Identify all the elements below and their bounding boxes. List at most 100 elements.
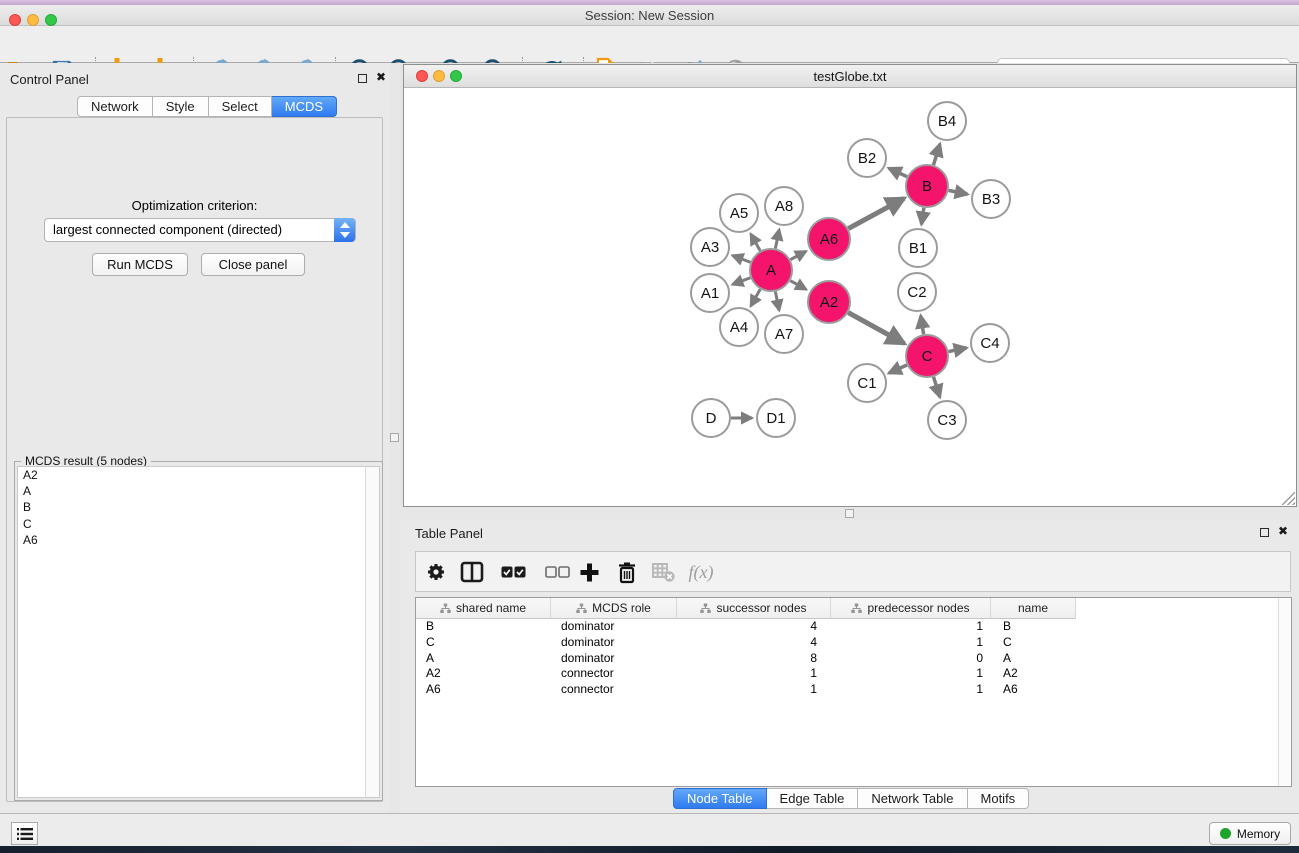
result-list-scrollbar[interactable] [365, 467, 379, 797]
table-cell: 1 [831, 635, 991, 651]
edge-A-A2[interactable] [790, 281, 806, 290]
tab-mcds[interactable]: MCDS [272, 96, 337, 117]
edge-B-B2[interactable] [889, 168, 907, 177]
mcds-result-item[interactable]: A [18, 483, 379, 499]
column-header-name[interactable]: name [991, 598, 1076, 619]
table-cell: A6 [416, 682, 551, 698]
function-icon: f(x) [685, 557, 717, 587]
column-header-predecessor-nodes[interactable]: predecessor nodes [831, 598, 991, 619]
column-header-successor-nodes[interactable]: successor nodes [677, 598, 831, 619]
close-panel-button[interactable]: Close panel [201, 253, 305, 276]
table-cell: B [991, 619, 1076, 635]
edge-A-A5[interactable] [751, 234, 760, 251]
network-window-titlebar[interactable]: testGlobe.txt [404, 65, 1296, 88]
edge-A-A1[interactable] [732, 278, 750, 285]
network-canvas[interactable]: AA1A2A3A4A5A6A7A8BB1B2B3B4CC1C2C3C4DD1 [404, 89, 1296, 507]
app-titlebar: Session: New Session [0, 5, 1299, 26]
run-mcds-button[interactable]: Run MCDS [92, 253, 188, 276]
table-panel-tabs: Node TableEdge TableNetwork TableMotifs [673, 788, 1029, 810]
column-sort-icon [700, 603, 711, 614]
tab-network[interactable]: Network [77, 96, 153, 117]
mcds-result-list: A2ABCA6 [17, 466, 380, 798]
columns-icon[interactable] [456, 557, 488, 587]
table-cell: 0 [831, 651, 991, 667]
control-panel-float-icon[interactable] [358, 74, 367, 83]
edge-C-C3[interactable] [934, 377, 940, 397]
desktop-background [0, 846, 1299, 853]
tab-edge-table[interactable]: Edge Table [767, 788, 859, 809]
edge-C-C4[interactable] [949, 348, 967, 352]
table-cell: 1 [831, 666, 991, 682]
node-label-D: D [706, 410, 717, 427]
table-body: Bdominator41BCdominator41CAdominator80AA… [416, 619, 1278, 698]
table-panel: Table Panel ✖ f(x) shared nameMCDS roles… [400, 520, 1299, 813]
horizontal-divider-handle[interactable] [845, 509, 854, 518]
node-label-C4: C4 [980, 335, 999, 352]
node-label-C2: C2 [907, 284, 926, 301]
table-cell: connector [551, 666, 677, 682]
edge-C-C2[interactable] [921, 316, 924, 335]
tab-network-table[interactable]: Network Table [858, 788, 967, 809]
tab-select[interactable]: Select [209, 96, 272, 117]
table-panel-float-icon[interactable] [1260, 528, 1269, 537]
table-cell: 8 [677, 651, 831, 667]
tab-style[interactable]: Style [153, 96, 209, 117]
mcds-result-item[interactable]: C [18, 516, 379, 532]
control-panel-close-icon[interactable]: ✖ [376, 70, 386, 84]
node-label-A6: A6 [820, 231, 838, 248]
edge-A-A4[interactable] [751, 289, 760, 306]
table-panel-close-icon[interactable]: ✖ [1278, 524, 1288, 538]
mcds-result-item[interactable]: A6 [18, 532, 379, 548]
edge-A6-B[interactable] [848, 198, 904, 228]
table-row[interactable]: Bdominator41B [416, 619, 1278, 635]
app-title: Session: New Session [0, 8, 1299, 23]
column-header-shared-name[interactable]: shared name [416, 598, 551, 619]
table-row[interactable]: A6connector11A6 [416, 682, 1278, 698]
delete-column-icon[interactable] [611, 557, 643, 587]
node-label-A5: A5 [730, 205, 748, 222]
table-scrollbar[interactable] [1278, 598, 1291, 786]
table-cell: 1 [831, 682, 991, 698]
vertical-divider-handle[interactable] [390, 433, 399, 442]
node-label-B3: B3 [982, 191, 1000, 208]
tab-node-table[interactable]: Node Table [673, 788, 767, 809]
select-all-icon[interactable] [497, 557, 529, 587]
table-cell: A2 [991, 666, 1076, 682]
table-cell: 1 [677, 682, 831, 698]
edge-A2-C[interactable] [848, 313, 904, 344]
table-cell: C [991, 635, 1076, 651]
select-stepper-icon [334, 218, 355, 242]
edge-A-A7[interactable] [775, 292, 779, 311]
memory-button[interactable]: Memory [1209, 822, 1291, 845]
column-header-MCDS-role[interactable]: MCDS role [551, 598, 677, 619]
window-resize-grip[interactable] [1282, 492, 1295, 505]
edge-A-A3[interactable] [732, 255, 750, 262]
fx-label: f(x) [689, 562, 714, 583]
node-label-C3: C3 [937, 412, 956, 429]
tab-motifs[interactable]: Motifs [968, 788, 1030, 809]
table-row[interactable]: Cdominator41C [416, 635, 1278, 651]
control-panel-title: Control Panel [10, 72, 89, 87]
edge-A-A6[interactable] [790, 251, 806, 259]
control-panel-tabs: NetworkStyleSelectMCDS [77, 96, 337, 117]
table-row[interactable]: A2connector11A2 [416, 666, 1278, 682]
node-label-B1: B1 [909, 240, 927, 257]
table-cell: 4 [677, 619, 831, 635]
control-panel: Control Panel ✖ NetworkStyleSelectMCDS O… [0, 63, 389, 813]
column-header-label: name [1018, 601, 1048, 615]
edge-B-B4[interactable] [933, 144, 939, 165]
edge-A-A8[interactable] [775, 230, 779, 249]
unselect-all-icon[interactable] [541, 557, 573, 587]
edge-B-B3[interactable] [949, 190, 968, 194]
criterion-select[interactable]: largest connected component (directed) [44, 218, 356, 242]
settings-icon[interactable] [420, 557, 452, 587]
table-cell: dominator [551, 619, 677, 635]
horizontal-split-divider[interactable] [400, 507, 1299, 520]
table-row[interactable]: Adominator80A [416, 651, 1278, 667]
show-panels-button[interactable] [11, 822, 38, 845]
add-column-icon[interactable] [573, 557, 605, 587]
edge-C-C1[interactable] [889, 365, 907, 373]
edge-B-B1[interactable] [921, 208, 923, 224]
mcds-result-item[interactable]: B [18, 499, 379, 515]
mcds-result-item[interactable]: A2 [18, 467, 379, 483]
